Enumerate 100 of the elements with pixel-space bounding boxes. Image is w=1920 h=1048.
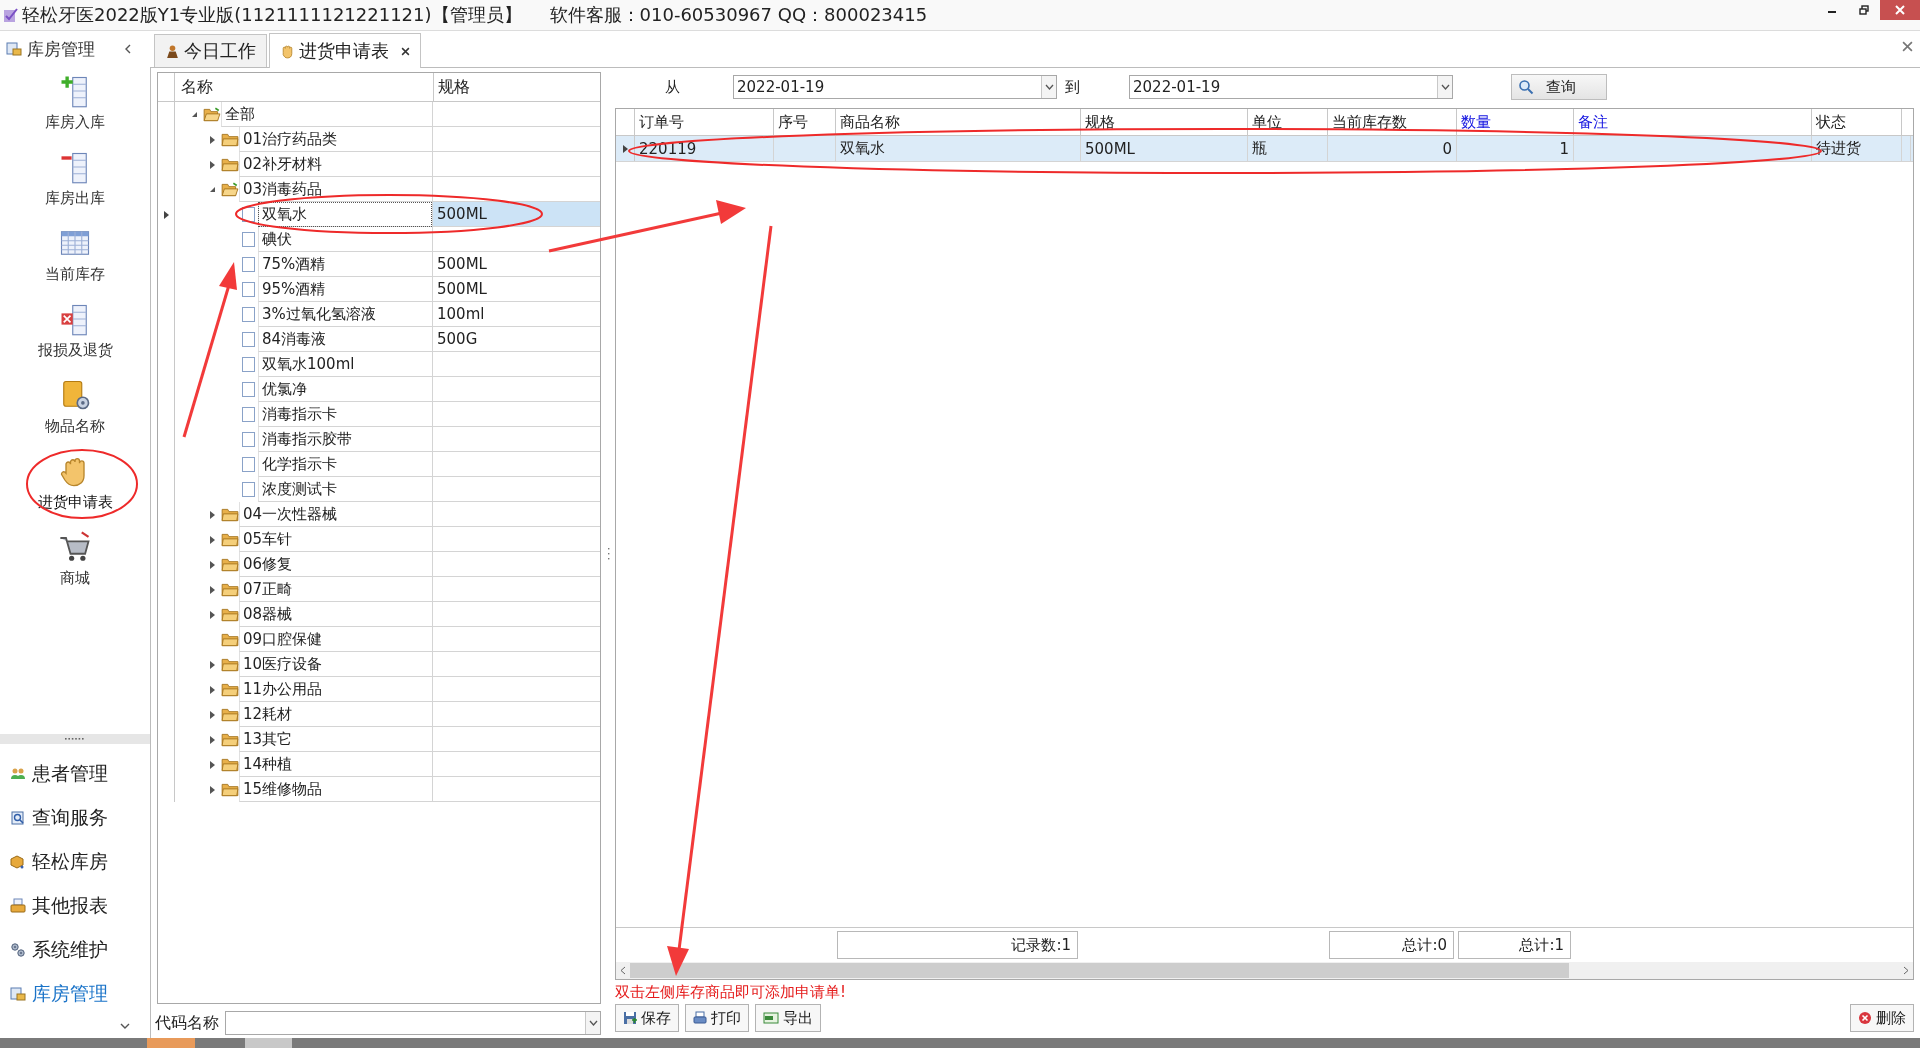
checkbox[interactable] [242, 232, 255, 247]
tool-item[interactable]: 当前库存 [10, 223, 140, 299]
tree-node[interactable]: 84消毒液 [258, 327, 432, 352]
column-header[interactable]: 商品名称 [836, 109, 1081, 135]
expand-arrow-icon[interactable] [209, 560, 215, 569]
tree-node[interactable]: 消毒指示卡 [258, 402, 432, 427]
tool-item[interactable]: 物品名称 [10, 375, 140, 451]
tree-node[interactable]: 03消毒药品 [239, 177, 432, 202]
tree-node[interactable]: 01治疗药品类 [239, 127, 432, 152]
tree-node[interactable]: 全部 [221, 102, 432, 127]
nav-item[interactable]: 患者管理 [0, 752, 150, 796]
tree-node[interactable]: 碘伏 [258, 227, 432, 252]
checkbox[interactable] [242, 307, 255, 322]
date-combo[interactable]: 2022-01-19 [733, 75, 1057, 99]
tree-node[interactable]: 05车针 [239, 527, 432, 552]
action-button[interactable]: 保存 [615, 1004, 679, 1032]
column-header[interactable]: 备注 [1574, 109, 1812, 135]
expand-arrow-icon[interactable] [209, 610, 215, 619]
tool-item[interactable]: 库房出库 [10, 147, 140, 223]
nav-item[interactable]: 库房管理 [0, 972, 150, 1016]
tree-node[interactable]: 消毒指示胶带 [258, 427, 432, 452]
column-header[interactable]: 订单号 [635, 109, 774, 135]
column-header[interactable]: 状态 [1812, 109, 1902, 135]
table-cell: 瓶 [1248, 136, 1328, 161]
tab[interactable]: 进货申请表 [269, 33, 421, 68]
column-header[interactable]: 数量 [1457, 109, 1574, 135]
scroll-left-icon[interactable] [620, 966, 626, 975]
expand-arrow-icon[interactable] [209, 760, 215, 769]
column-header[interactable]: 单位 [1248, 109, 1328, 135]
expand-arrow-icon[interactable] [209, 660, 215, 669]
tree-node[interactable]: 75%酒精 [258, 252, 432, 277]
splitter-grip-icon[interactable] [606, 548, 610, 560]
tree-node[interactable]: 14种植 [239, 752, 432, 777]
hand-icon [280, 43, 295, 59]
close-button[interactable] [1880, 0, 1920, 20]
horizontal-scrollbar[interactable] [616, 962, 1913, 979]
tree-node[interactable]: 02补牙材料 [239, 152, 432, 177]
checkbox[interactable] [242, 407, 255, 422]
collapse-arrow-icon[interactable] [208, 186, 216, 193]
printer-icon [10, 898, 26, 914]
column-header[interactable]: 规格 [434, 73, 600, 101]
scroll-right-icon[interactable] [1903, 966, 1909, 975]
tree-node[interactable]: 11办公用品 [239, 677, 432, 702]
expand-arrow-icon[interactable] [209, 710, 215, 719]
tree-node[interactable]: 95%酒精 [258, 277, 432, 302]
tree-node[interactable]: 12耗材 [239, 702, 432, 727]
column-header[interactable]: 规格 [1081, 109, 1248, 135]
close-icon[interactable] [401, 46, 410, 56]
table-cell: 100ml [433, 302, 600, 327]
tool-item[interactable]: 报损及退货 [10, 299, 140, 375]
tree-node[interactable]: 3%过氧化氢溶液 [258, 302, 432, 327]
checkbox[interactable] [242, 282, 255, 297]
checkbox[interactable] [242, 257, 255, 272]
column-header[interactable]: 名称 [175, 73, 434, 101]
tree-node[interactable]: 06修复 [239, 552, 432, 577]
tree-node[interactable]: 15维修物品 [239, 777, 432, 802]
action-button[interactable]: 打印 [685, 1004, 749, 1032]
action-button[interactable]: 导出 [755, 1004, 821, 1032]
table-cell: 500ML [433, 277, 600, 302]
checkbox[interactable] [242, 482, 255, 497]
query-button[interactable]: 查询 [1511, 74, 1607, 100]
tree-node[interactable]: 双氧水 [258, 202, 432, 227]
date-combo[interactable]: 2022-01-19 [1129, 75, 1453, 99]
tree-node[interactable]: 09口腔保健 [239, 627, 432, 652]
expand-arrow-icon[interactable] [209, 160, 215, 169]
delete-button[interactable]: 删除 [1850, 1004, 1914, 1032]
column-header[interactable]: 序号 [774, 109, 836, 135]
nav-item[interactable]: 轻松库房 [0, 840, 150, 884]
checkbox[interactable] [242, 332, 255, 347]
tree-node[interactable]: 双氧水100ml [258, 352, 432, 377]
tree-node[interactable]: 10医疗设备 [239, 652, 432, 677]
tree-node[interactable]: 浓度测试卡 [258, 477, 432, 502]
grip-icon[interactable] [65, 737, 85, 741]
nav-item[interactable]: 其他报表 [0, 884, 150, 928]
gears-icon [10, 942, 26, 958]
tool-item[interactable]: 库房入库 [10, 71, 140, 147]
tree-node[interactable]: 化学指示卡 [258, 452, 432, 477]
tree-node[interactable]: 13其它 [239, 727, 432, 752]
expand-arrow-icon[interactable] [209, 785, 215, 794]
tree-node[interactable]: 优氯净 [258, 377, 432, 402]
tree-node[interactable]: 04一次性器械 [239, 502, 432, 527]
expand-arrow-icon[interactable] [209, 135, 215, 144]
tree-node[interactable]: 07正畸 [239, 577, 432, 602]
tree-node[interactable]: 08器械 [239, 602, 432, 627]
expand-arrow-icon[interactable] [209, 535, 215, 544]
checkbox[interactable] [242, 357, 255, 372]
expand-arrow-icon[interactable] [209, 735, 215, 744]
column-header[interactable]: 当前库存数 [1328, 109, 1457, 135]
expand-arrow-icon[interactable] [209, 585, 215, 594]
tab[interactable]: 今日工作 [154, 34, 267, 67]
checkbox[interactable] [242, 457, 255, 472]
expand-arrow-icon[interactable] [209, 510, 215, 519]
tool-item[interactable]: 商城 [10, 527, 140, 603]
folder-icon [221, 681, 239, 698]
expand-arrow-icon[interactable] [209, 685, 215, 694]
checkbox[interactable] [242, 382, 255, 397]
collapse-arrow-icon[interactable] [190, 111, 198, 118]
checkbox[interactable] [242, 432, 255, 447]
nav-item[interactable]: 查询服务 [0, 796, 150, 840]
nav-item[interactable]: 系统维护 [0, 928, 150, 972]
